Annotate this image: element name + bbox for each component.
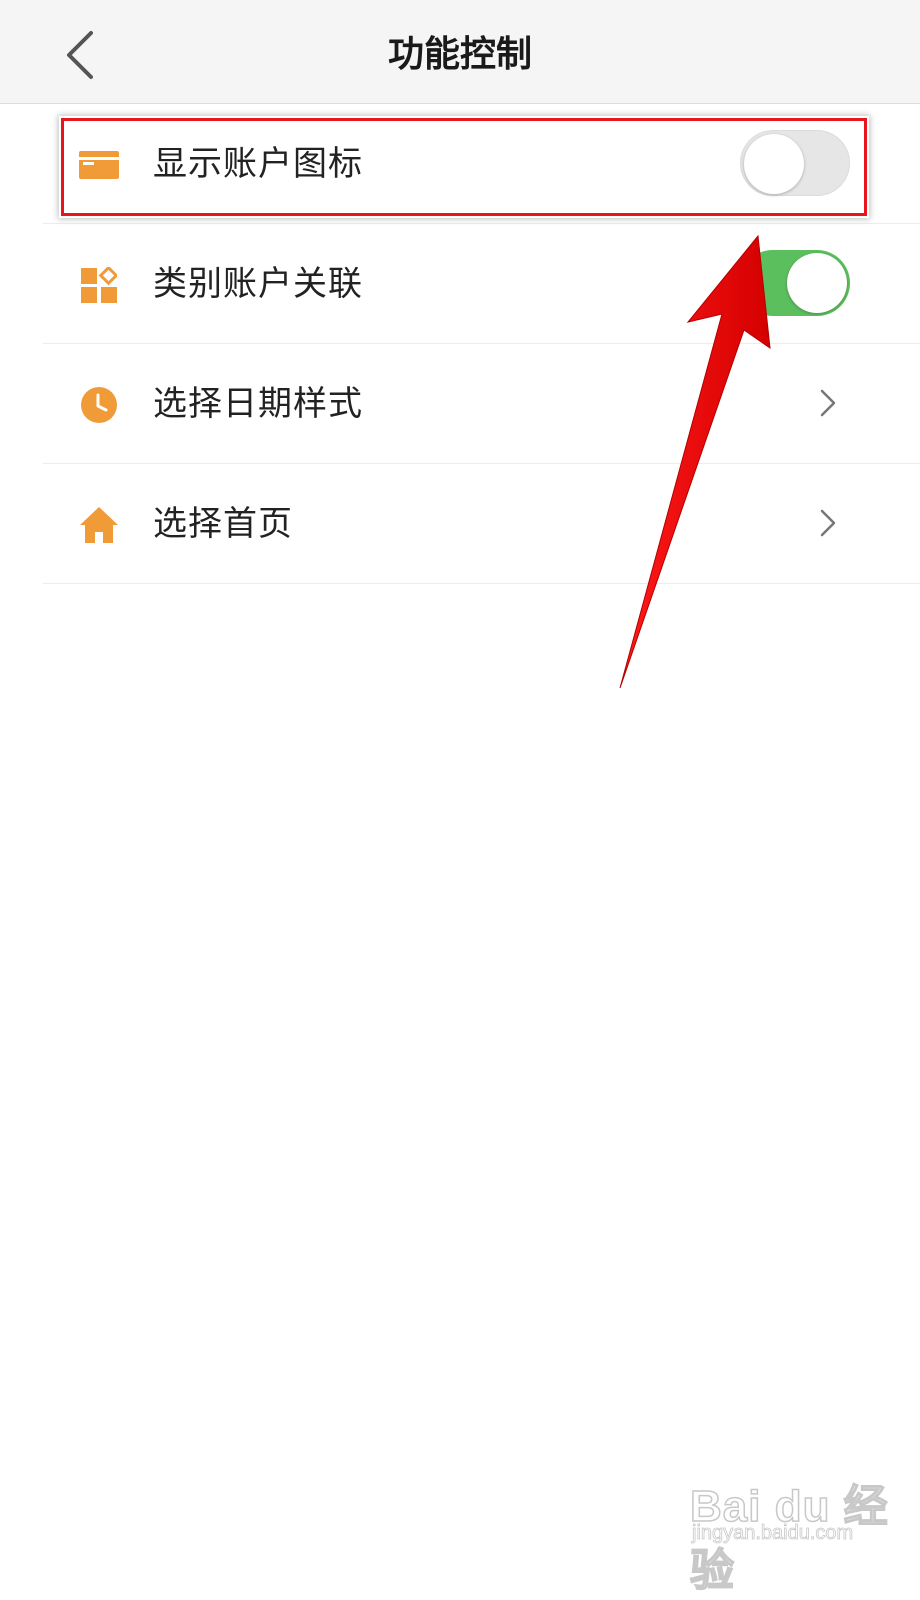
chevron-right-icon[interactable] <box>811 506 845 540</box>
toggle-knob <box>744 134 804 194</box>
watermark-url: jingyan.baidu.com <box>692 1522 854 1545</box>
settings-list: 显示账户图标 类别账户关联 选择日期样式 选择首页 <box>0 104 920 584</box>
setting-row-show-account-icon[interactable]: 显示账户图标 <box>43 104 920 224</box>
chevron-right-icon[interactable] <box>811 386 845 420</box>
setting-row-category-account-link[interactable]: 类别账户关联 <box>43 224 920 344</box>
settings-screen: 功能控制 显示账户图标 类别账户关联 选择日期样式 选择首页 Bai du 经验… <box>0 0 920 1600</box>
setting-label: 显示账户图标 <box>153 144 363 184</box>
category-grid-icon <box>78 264 120 306</box>
clock-icon <box>78 384 120 426</box>
home-icon <box>78 504 120 546</box>
category-account-link-toggle[interactable] <box>740 250 850 316</box>
nav-bar: 功能控制 <box>0 0 920 104</box>
page-title: 功能控制 <box>387 34 532 75</box>
toggle-knob <box>787 253 847 313</box>
setting-label: 类别账户关联 <box>153 264 363 304</box>
show-account-icon-toggle[interactable] <box>740 130 850 196</box>
card-icon <box>78 144 120 186</box>
setting-row-date-format[interactable]: 选择日期样式 <box>43 344 920 464</box>
baidu-jingyan-watermark: Bai du 经验 jingyan.baidu.com <box>689 1470 890 1596</box>
setting-label: 选择首页 <box>153 504 293 544</box>
setting-row-home-page[interactable]: 选择首页 <box>43 464 920 584</box>
setting-label: 选择日期样式 <box>153 384 363 424</box>
